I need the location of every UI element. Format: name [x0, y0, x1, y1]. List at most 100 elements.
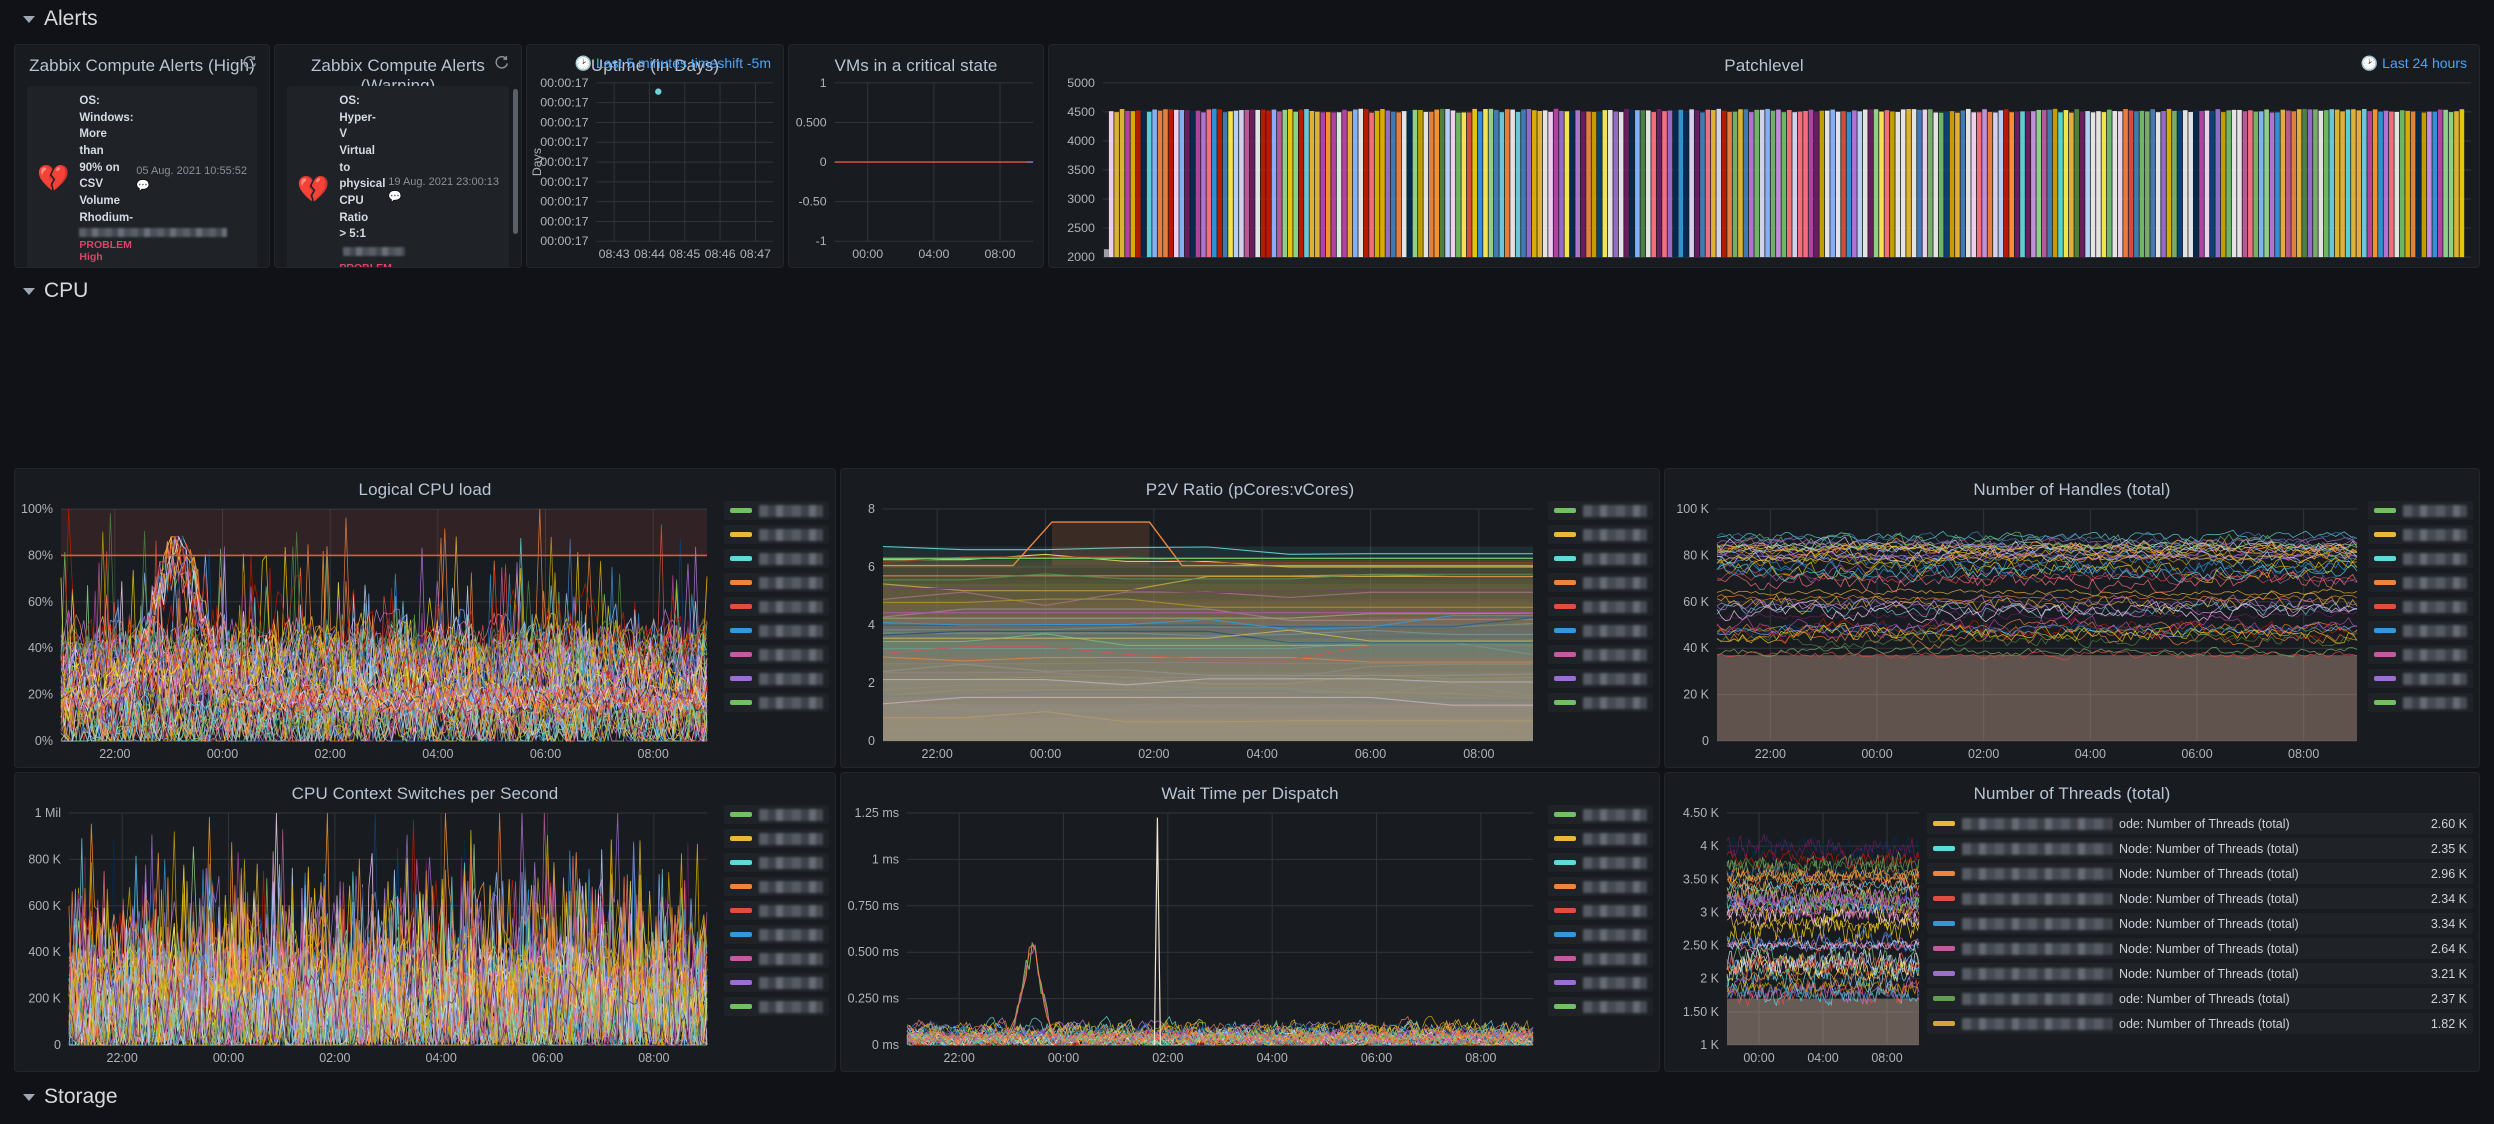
row-header-cpu[interactable]: CPU	[14, 272, 88, 310]
legend-series-name-redacted	[1583, 697, 1647, 709]
legend-item[interactable]	[724, 501, 829, 520]
legend-item[interactable]	[1548, 853, 1653, 872]
legend-context-switches[interactable]	[724, 805, 829, 1071]
legend-item[interactable]	[2368, 597, 2473, 616]
vms-critical-graph[interactable]: 10.5000-0.50-100:0004:0008:00	[789, 71, 1043, 267]
svg-text:08:00: 08:00	[1463, 747, 1494, 761]
scrollbar[interactable]	[513, 89, 518, 234]
legend-item[interactable]	[724, 877, 829, 896]
legend-item[interactable]	[724, 573, 829, 592]
legend-logical-cpu-load[interactable]	[724, 501, 829, 767]
legend-item[interactable]	[1548, 973, 1653, 992]
uptime-graph[interactable]: 00:00:1700:00:1700:00:1700:00:1700:00:17…	[527, 71, 783, 267]
legend-item[interactable]	[724, 693, 829, 712]
legend-item[interactable]	[1548, 949, 1653, 968]
time-range-uptime[interactable]: 🕑 Last 5 minutes timeshift -5m	[575, 55, 771, 72]
legend-item[interactable]: Node: Number of Threads (total)3.34 K	[1927, 913, 2473, 934]
legend-item[interactable]	[1548, 597, 1653, 616]
legend-item[interactable]: ode: Number of Threads (total)2.37 K	[1927, 988, 2473, 1009]
legend-item[interactable]: Node: Number of Threads (total)2.34 K	[1927, 888, 2473, 909]
svg-text:02:00: 02:00	[315, 747, 346, 761]
legend-series-name-redacted	[1962, 943, 2112, 955]
svg-text:5000: 5000	[1067, 76, 1095, 90]
time-range-patchlevel[interactable]: 🕑 Last 24 hours	[2361, 55, 2467, 72]
row-header-alerts[interactable]: Alerts	[14, 0, 2480, 38]
patchlevel-graph[interactable]: 5000450040003500300025002000	[1049, 71, 2479, 267]
legend-item[interactable]	[2368, 549, 2473, 568]
legend-item[interactable]	[724, 973, 829, 992]
legend-item[interactable]: ode: Number of Threads (total)1.82 K	[1927, 1013, 2473, 1034]
legend-item[interactable]: ode: Number of Threads (total)2.60 K	[1927, 813, 2473, 834]
broken-heart-high-icon: 💔	[37, 165, 69, 191]
legend-item[interactable]	[1548, 621, 1653, 640]
legend-item[interactable]: Node: Number of Threads (total)2.35 K	[1927, 838, 2473, 859]
legend-item[interactable]	[724, 901, 829, 920]
legend-item[interactable]	[1548, 997, 1653, 1016]
legend-item[interactable]	[1548, 693, 1653, 712]
legend-item[interactable]	[1548, 925, 1653, 944]
legend-item[interactable]	[724, 949, 829, 968]
context-switches-graph[interactable]: 1 Mil800 K600 K400 K200 K022:0000:0002:0…	[15, 801, 835, 1071]
alert-list-warning[interactable]: 💔OS: Hyper-V Virtual to physical CPU Rat…	[275, 77, 521, 268]
legend-item[interactable]	[1548, 805, 1653, 824]
legend-item[interactable]	[724, 997, 829, 1016]
legend-item[interactable]	[2368, 669, 2473, 688]
legend-item[interactable]	[1548, 901, 1653, 920]
legend-item[interactable]	[724, 549, 829, 568]
legend-item[interactable]: Node: Number of Threads (total)3.21 K	[1927, 963, 2473, 984]
legend-item[interactable]	[724, 925, 829, 944]
alert-item[interactable]: 💔OS: Hyper-V Virtual to physical CPU Rat…	[287, 86, 509, 268]
legend-item[interactable]	[2368, 693, 2473, 712]
legend-wait-time[interactable]	[1548, 805, 1653, 1071]
legend-item[interactable]	[1548, 829, 1653, 848]
legend-item[interactable]	[724, 829, 829, 848]
legend-item[interactable]	[1548, 573, 1653, 592]
refresh-icon[interactable]	[242, 55, 257, 73]
handles-graph[interactable]: 100 K80 K60 K40 K20 K022:0000:0002:0004:…	[1665, 497, 2479, 767]
legend-item[interactable]	[2368, 573, 2473, 592]
comment-icon[interactable]: 💬	[136, 179, 247, 192]
svg-text:04:00: 04:00	[918, 247, 949, 261]
legend-color-swatch	[730, 980, 752, 985]
wait-time-graph[interactable]: 1.25 ms1 ms0.750 ms0.500 ms0.250 ms0 ms2…	[841, 801, 1659, 1071]
legend-item[interactable]	[2368, 501, 2473, 520]
logical-cpu-graph[interactable]: 100%80%60%40%20%0%22:0000:0002:0004:0006…	[15, 497, 835, 767]
legend-item[interactable]	[1548, 501, 1653, 520]
legend-item[interactable]	[724, 853, 829, 872]
legend-color-swatch	[730, 556, 752, 561]
legend-item[interactable]	[1548, 525, 1653, 544]
legend-item[interactable]	[1548, 669, 1653, 688]
threads-graph[interactable]: 4.50 K4 K3.50 K3 K2.50 K2 K1.50 K1 K00:0…	[1665, 801, 1925, 1071]
legend-series-value: 2.64 K	[2421, 942, 2467, 956]
p2v-graph[interactable]: 8642022:0000:0002:0004:0006:0008:00	[841, 497, 1659, 767]
legend-item[interactable]	[2368, 525, 2473, 544]
row-title-cpu: CPU	[44, 279, 88, 303]
legend-threads-total[interactable]: ode: Number of Threads (total)2.60 K Node…	[1927, 813, 2473, 1071]
row-header-storage[interactable]: Storage	[14, 1078, 118, 1116]
alert-list-high[interactable]: 💔 OS: Windows: More than 90% on CSV Volu…	[15, 77, 269, 268]
alert-item[interactable]: 💔 OS: Windows: More than 90% on CSV Volu…	[27, 86, 257, 268]
legend-color-swatch	[1554, 700, 1576, 705]
legend-item[interactable]: Node: Number of Threads (total)2.64 K	[1927, 938, 2473, 959]
refresh-icon[interactable]	[494, 55, 509, 73]
legend-p2v-ratio[interactable]	[1548, 501, 1653, 767]
comment-icon[interactable]: 💬	[388, 190, 499, 203]
legend-color-swatch	[730, 532, 752, 537]
legend-item[interactable]	[724, 621, 829, 640]
legend-item[interactable]	[724, 805, 829, 824]
panel-wait-time: Wait Time per Dispatch 1.25 ms1 ms0.750 …	[840, 772, 1660, 1072]
svg-text:600 K: 600 K	[28, 899, 61, 913]
legend-item[interactable]	[1548, 645, 1653, 664]
legend-color-swatch	[1933, 871, 1955, 876]
legend-item[interactable]	[2368, 645, 2473, 664]
legend-item[interactable]	[1548, 877, 1653, 896]
legend-item[interactable]	[724, 645, 829, 664]
legend-handles-total[interactable]	[2368, 501, 2473, 767]
legend-item[interactable]	[724, 669, 829, 688]
legend-item[interactable]	[1548, 549, 1653, 568]
legend-item[interactable]: Node: Number of Threads (total)2.96 K	[1927, 863, 2473, 884]
alert-status: PROBLEM High	[79, 239, 120, 263]
legend-item[interactable]	[724, 597, 829, 616]
legend-item[interactable]	[724, 525, 829, 544]
legend-item[interactable]	[2368, 621, 2473, 640]
